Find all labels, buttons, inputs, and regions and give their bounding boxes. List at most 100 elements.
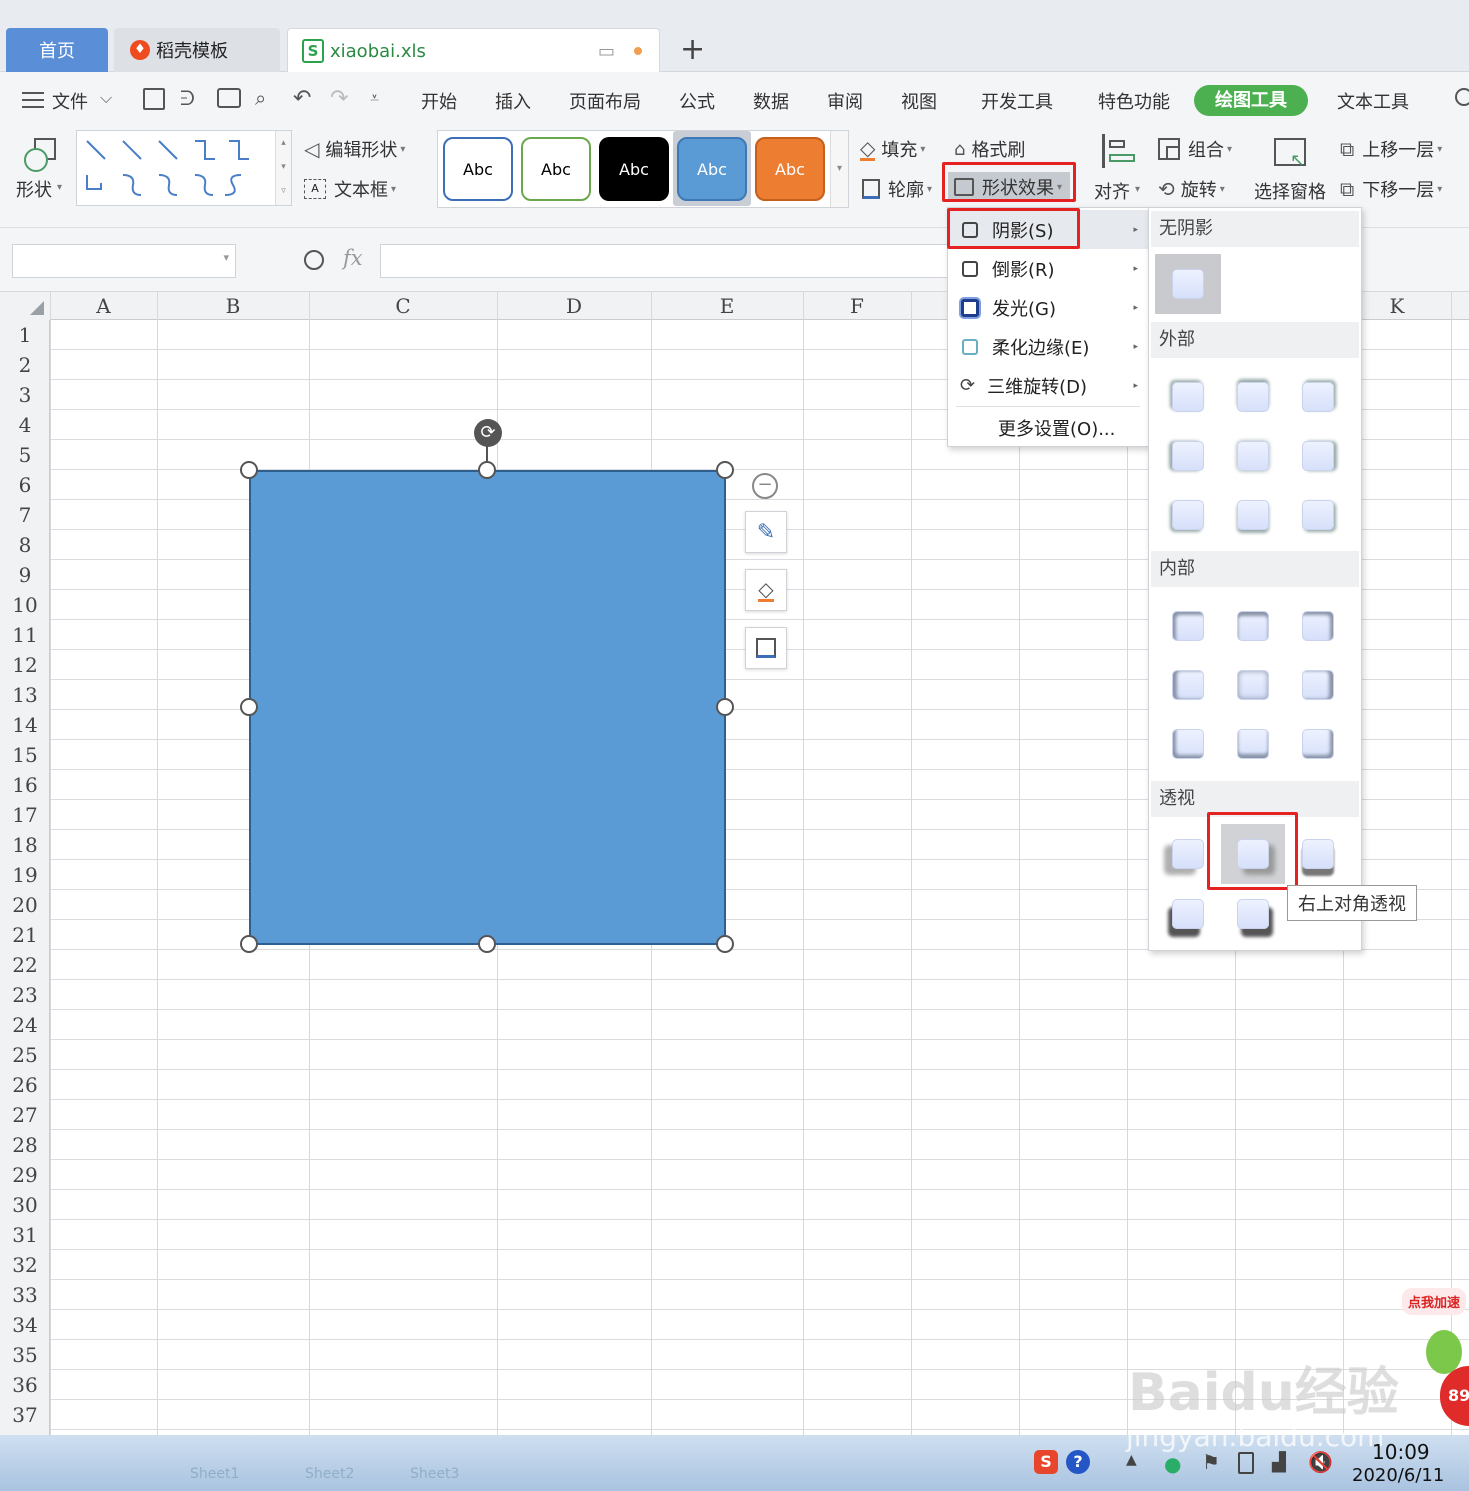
inner-shadow-option[interactable] — [1302, 670, 1334, 700]
screen-icon[interactable]: ▭ — [598, 41, 615, 62]
outer-shadow-option[interactable] — [1302, 441, 1334, 471]
column-header-d[interactable]: D — [497, 292, 651, 320]
rotate-handle-icon[interactable]: ⟳ — [474, 419, 502, 447]
row-header[interactable]: 33 — [0, 1280, 50, 1310]
tab-template[interactable]: ♦ 稻壳模板 — [114, 28, 280, 72]
redo-icon[interactable]: ↷ — [330, 86, 348, 111]
row-header[interactable]: 19 — [0, 860, 50, 890]
row-header[interactable]: 35 — [0, 1340, 50, 1370]
row-header[interactable]: 10 — [0, 590, 50, 620]
sheet-tab[interactable]: Sheet1 — [190, 1466, 239, 1482]
menu-item-more-settings[interactable]: 更多设置(O)... — [948, 408, 1148, 447]
inner-shadow-option[interactable] — [1237, 729, 1269, 759]
row-header[interactable]: 31 — [0, 1220, 50, 1250]
menu-start[interactable]: 开始 — [421, 88, 457, 114]
row-header[interactable]: 13 — [0, 680, 50, 710]
volume-mute-icon[interactable]: 🔇 — [1308, 1450, 1333, 1474]
edit-shape-button[interactable]: ◁ 编辑形状 ▾ — [304, 136, 405, 162]
textbox-button[interactable]: A 文本框 ▾ — [304, 176, 396, 202]
resize-handle[interactable] — [240, 935, 258, 953]
row-header[interactable]: 7 — [0, 500, 50, 530]
zoom-search-icon[interactable] — [304, 250, 324, 270]
outer-shadow-option[interactable] — [1237, 382, 1269, 412]
menu-data[interactable]: 数据 — [753, 88, 789, 114]
selection-pane-button[interactable]: ↖ 选择窗格 — [1252, 134, 1332, 204]
more-quick-icon[interactable]: ⩡ — [370, 88, 379, 108]
save-icon[interactable] — [143, 88, 165, 110]
menu-review[interactable]: 审阅 — [827, 88, 863, 114]
perspective-shadow-option[interactable] — [1302, 839, 1334, 869]
fill-button[interactable]: ◇ 填充 ▾ — [860, 136, 925, 162]
row-header[interactable]: 3 — [0, 380, 50, 410]
row-header[interactable]: 1 — [0, 320, 50, 350]
inner-shadow-option[interactable] — [1302, 729, 1334, 759]
tray-expand-icon[interactable]: ▲ — [1126, 1452, 1137, 1468]
style-orange[interactable]: Abc — [755, 137, 825, 201]
row-header[interactable]: 26 — [0, 1070, 50, 1100]
row-header[interactable]: 21 — [0, 920, 50, 950]
outline-button[interactable]: 轮廓 ▾ — [862, 176, 932, 202]
inner-shadow-option[interactable] — [1237, 611, 1269, 641]
inner-shadow-option[interactable] — [1237, 670, 1269, 700]
inner-shadow-option[interactable] — [1172, 611, 1204, 641]
resize-handle[interactable] — [716, 461, 734, 479]
menu-drawing-tools[interactable]: 绘图工具 — [1194, 85, 1308, 116]
menu-item-reflection[interactable]: 倒影(R) ▸ — [948, 249, 1148, 288]
print-icon[interactable] — [217, 88, 241, 108]
row-header[interactable]: 12 — [0, 650, 50, 680]
style-blue[interactable]: Abc — [677, 137, 747, 201]
column-header-a[interactable]: A — [50, 292, 157, 320]
row-header[interactable]: 29 — [0, 1160, 50, 1190]
hamburger-icon[interactable] — [22, 92, 44, 108]
menu-formula[interactable]: 公式 — [679, 88, 715, 114]
style-brush-button[interactable]: ✎ — [745, 511, 787, 553]
shape-gallery[interactable]: ▴ ▾ ▿ — [76, 130, 292, 206]
resize-handle[interactable] — [716, 698, 734, 716]
style-white-blue[interactable]: Abc — [443, 137, 513, 201]
outer-shadow-option[interactable] — [1237, 441, 1269, 471]
resize-handle[interactable] — [478, 935, 496, 953]
resize-handle[interactable] — [240, 698, 258, 716]
new-tab-button[interactable]: + — [680, 32, 705, 67]
row-header[interactable]: 16 — [0, 770, 50, 800]
row-header[interactable]: 36 — [0, 1370, 50, 1400]
outer-shadow-option[interactable] — [1172, 382, 1204, 412]
name-box[interactable]: ▾ — [12, 244, 236, 278]
send-backward-button[interactable]: ⧉ 下移一层 ▾ — [1340, 176, 1442, 202]
row-header[interactable]: 6 — [0, 470, 50, 500]
menu-item-glow[interactable]: 发光(G) ▸ — [948, 288, 1148, 327]
row-header[interactable]: 24 — [0, 1010, 50, 1040]
row-header[interactable]: 34 — [0, 1310, 50, 1340]
row-header[interactable]: 14 — [0, 710, 50, 740]
inner-shadow-option[interactable] — [1172, 729, 1204, 759]
format-painter-button[interactable]: ⌂ 格式刷 — [954, 136, 1025, 162]
resize-handle[interactable] — [716, 935, 734, 953]
style-white-green[interactable]: Abc — [521, 137, 591, 201]
outline-quick-button[interactable] — [745, 627, 787, 669]
menu-view[interactable]: 视图 — [901, 88, 937, 114]
outer-shadow-option[interactable] — [1172, 500, 1204, 530]
column-header-e[interactable]: E — [651, 292, 803, 320]
chevron-down-icon[interactable]: ⌵ — [100, 88, 112, 108]
outer-shadow-option[interactable] — [1172, 441, 1204, 471]
perspective-shadow-option[interactable] — [1172, 899, 1204, 929]
sheet-tab[interactable]: Sheet3 — [410, 1466, 459, 1482]
row-header[interactable]: 23 — [0, 980, 50, 1010]
fill-quick-button[interactable]: ◇ — [745, 569, 787, 611]
inner-shadow-option[interactable] — [1302, 611, 1334, 641]
column-header-c[interactable]: C — [309, 292, 497, 320]
menu-page-layout[interactable]: 页面布局 — [569, 88, 641, 114]
row-header[interactable]: 32 — [0, 1250, 50, 1280]
align-button[interactable]: 对齐 ▾ — [1092, 134, 1144, 204]
row-header[interactable]: 20 — [0, 890, 50, 920]
wechat-icon[interactable]: ● — [1164, 1452, 1181, 1476]
no-shadow-option[interactable] — [1155, 254, 1221, 314]
column-header-f[interactable]: F — [803, 292, 911, 320]
row-header[interactable]: 2 — [0, 350, 50, 380]
outer-shadow-option[interactable] — [1302, 500, 1334, 530]
resize-handle[interactable] — [240, 461, 258, 479]
row-header[interactable]: 30 — [0, 1190, 50, 1220]
row-header[interactable]: 25 — [0, 1040, 50, 1070]
search-icon[interactable] — [1455, 88, 1469, 106]
menu-item-soft-edges[interactable]: 柔化边缘(E) ▸ — [948, 327, 1148, 366]
